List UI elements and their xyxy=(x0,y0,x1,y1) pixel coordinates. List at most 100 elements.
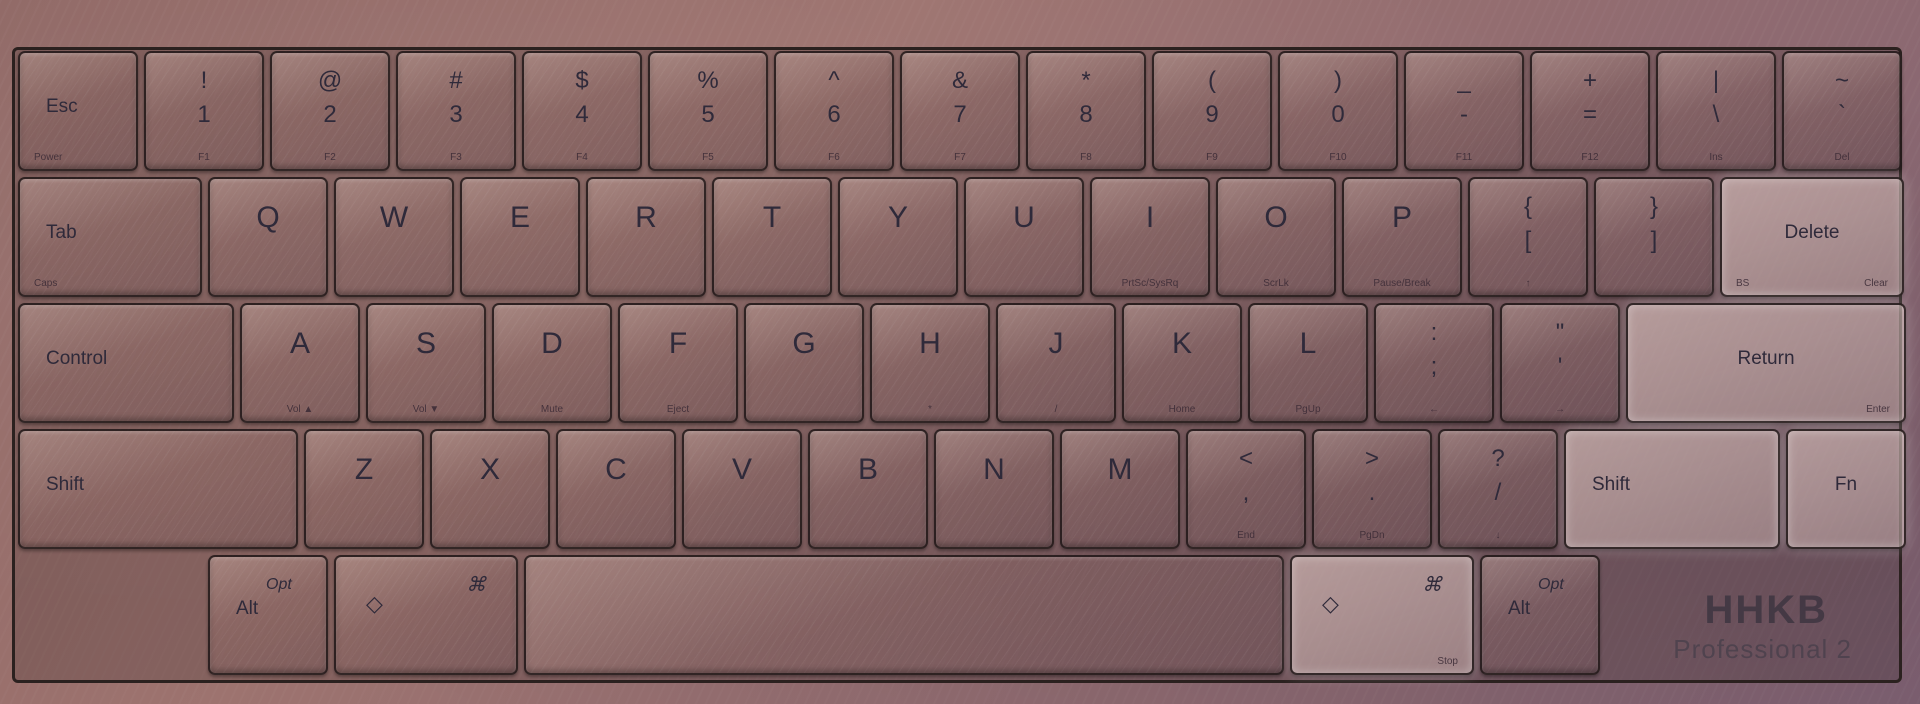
key-p[interactable]: P Pause/Break xyxy=(1342,177,1462,297)
key-tab[interactable]: Tab Caps xyxy=(18,177,202,297)
key-backtick[interactable]: ~ ` Del xyxy=(1782,51,1902,171)
key-0-label: 0 xyxy=(1331,101,1345,128)
key-n[interactable]: N xyxy=(934,429,1054,549)
key-equal-shift-label: + xyxy=(1582,67,1597,94)
key-period-label: . xyxy=(1368,479,1376,506)
key-comma-fn-label: End xyxy=(1237,530,1255,541)
key-4-label: 4 xyxy=(575,101,589,128)
key-s-fn-label: Vol ▼ xyxy=(412,404,440,415)
key-7[interactable]: & 7 F7 xyxy=(900,51,1020,171)
key-u[interactable]: U xyxy=(964,177,1084,297)
key-x-label: X xyxy=(479,453,500,486)
key-9-fn-label: F9 xyxy=(1206,152,1218,163)
key-backtick-label: ` xyxy=(1838,101,1846,128)
key-5-fn-label: F5 xyxy=(702,152,714,163)
key-3-shift-label: # xyxy=(449,67,463,94)
key-t[interactable]: T xyxy=(712,177,832,297)
key-control-label: Control xyxy=(46,348,108,369)
key-e[interactable]: E xyxy=(460,177,580,297)
key-2[interactable]: @2 F2 xyxy=(270,51,390,171)
key-l[interactable]: L PgUp xyxy=(1248,303,1368,423)
key-4-shift-label: $ xyxy=(575,67,589,94)
key-j[interactable]: J / xyxy=(996,303,1116,423)
key-return[interactable]: Return Enter xyxy=(1626,303,1906,423)
key-3[interactable]: #3 F3 xyxy=(396,51,516,171)
key-comma-label: , xyxy=(1242,479,1250,506)
key-delete[interactable]: Delete BS Clear xyxy=(1720,177,1904,297)
key-rbracket-shift-label: } xyxy=(1649,193,1658,220)
key-alt-right[interactable]: Opt Alt xyxy=(1480,555,1600,675)
key-r[interactable]: R xyxy=(586,177,706,297)
key-cmd-right[interactable]: Stop ◇ ⌘ xyxy=(1290,555,1474,675)
key-equal[interactable]: + = F12 xyxy=(1530,51,1650,171)
key-rbracket-label: ] xyxy=(1650,227,1658,254)
key-0-shift-label: ) xyxy=(1334,67,1342,94)
key-tab-sub-label: Caps xyxy=(34,278,58,289)
key-f[interactable]: F Eject xyxy=(618,303,738,423)
key-j-fn-label: / xyxy=(1054,404,1058,415)
key-lbracket[interactable]: {[↑ xyxy=(1468,177,1588,297)
key-1[interactable]: ! 1 F1 xyxy=(144,51,264,171)
key-g[interactable]: G xyxy=(744,303,864,423)
key-0[interactable]: ) 0 F10 xyxy=(1278,51,1398,171)
key-n-label: N xyxy=(983,453,1005,486)
key-w[interactable]: W xyxy=(334,177,454,297)
hhkb-logo: HHKB Professional 2 xyxy=(1648,590,1856,672)
key-backslash-fn-label: Ins xyxy=(1709,152,1723,163)
key-v[interactable]: V xyxy=(682,429,802,549)
key-9[interactable]: (9 F9 xyxy=(1152,51,1272,171)
key-cmd-right-command-icon: ⌘ xyxy=(1422,574,1442,596)
key-y[interactable]: Y xyxy=(838,177,958,297)
key-period[interactable]: >. PgDn xyxy=(1312,429,1432,549)
key-7-shift-label: & xyxy=(951,67,968,94)
key-lbracket-shift-label: { xyxy=(1523,193,1532,220)
key-minus-shift-label: _ xyxy=(1457,67,1471,94)
key-alt-left[interactable]: Opt Alt xyxy=(208,555,328,675)
key-rbracket[interactable]: }] xyxy=(1594,177,1714,297)
key-k[interactable]: K Home xyxy=(1122,303,1242,423)
key-8[interactable]: * 8 F8 xyxy=(1026,51,1146,171)
key-c[interactable]: C xyxy=(556,429,676,549)
key-s[interactable]: S Vol ▼ xyxy=(366,303,486,423)
key-esc[interactable]: Esc Power xyxy=(18,51,138,171)
key-d[interactable]: D Mute xyxy=(492,303,612,423)
key-alt-left-alt-label: Alt xyxy=(236,598,259,619)
key-x[interactable]: X xyxy=(430,429,550,549)
key-o-label: O xyxy=(1264,201,1288,234)
key-return-label: Return xyxy=(1737,348,1795,369)
key-2-fn-label: F2 xyxy=(324,152,336,163)
key-m[interactable]: M xyxy=(1060,429,1180,549)
key-backslash[interactable]: | \ Ins xyxy=(1656,51,1776,171)
key-v-label: V xyxy=(731,453,752,486)
key-z[interactable]: Z xyxy=(304,429,424,549)
key-5[interactable]: % 5 F5 xyxy=(648,51,768,171)
key-a[interactable]: A Vol ▲ xyxy=(240,303,360,423)
key-a-label: A xyxy=(289,327,310,360)
key-semicolon[interactable]: :; ← xyxy=(1374,303,1494,423)
key-tab-label: Tab xyxy=(46,222,77,243)
key-h[interactable]: H * xyxy=(870,303,990,423)
key-minus[interactable]: _ - F11 xyxy=(1404,51,1524,171)
key-k-fn-label: Home xyxy=(1168,404,1196,415)
key-fn[interactable]: Fn xyxy=(1786,429,1906,549)
key-6[interactable]: ^ 6 F6 xyxy=(774,51,894,171)
key-period-fn-label: PgDn xyxy=(1359,530,1385,541)
key-w-label: W xyxy=(379,201,409,234)
key-slash[interactable]: ? / ↓ xyxy=(1438,429,1558,549)
key-slash-shift-label: ? xyxy=(1491,445,1505,472)
key-o[interactable]: O ScrLk xyxy=(1216,177,1336,297)
key-2-label: 2 xyxy=(323,101,337,128)
key-space[interactable] xyxy=(524,555,1284,675)
key-s-label: S xyxy=(415,327,436,360)
key-4-fn-label: F4 xyxy=(576,152,588,163)
key-q[interactable]: Q xyxy=(208,177,328,297)
key-shift-left[interactable]: Shift xyxy=(18,429,298,549)
key-control[interactable]: Control xyxy=(18,303,234,423)
key-comma[interactable]: <, End xyxy=(1186,429,1306,549)
key-shift-right[interactable]: Shift xyxy=(1564,429,1780,549)
key-cmd-left[interactable]: ◇ ⌘ xyxy=(334,555,518,675)
key-b[interactable]: B xyxy=(808,429,928,549)
key-quote[interactable]: " ' → xyxy=(1500,303,1620,423)
key-i[interactable]: I PrtSc/SysRq xyxy=(1090,177,1210,297)
key-4[interactable]: $4 F4 xyxy=(522,51,642,171)
